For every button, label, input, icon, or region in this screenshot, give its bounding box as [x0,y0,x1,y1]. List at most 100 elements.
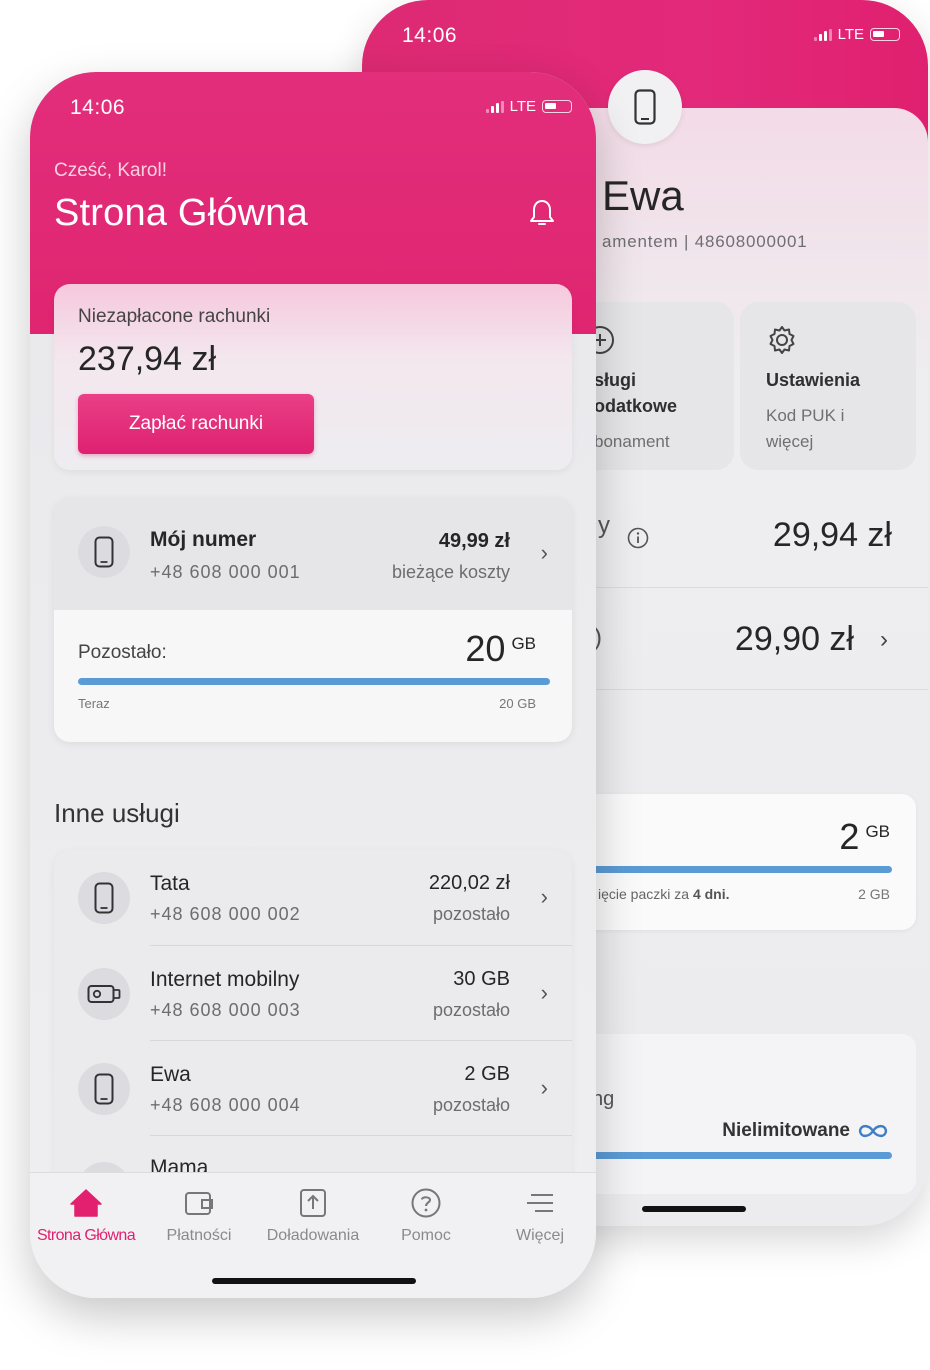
home-indicator [212,1278,416,1284]
my-number-cost: 49,99 zł [438,530,510,552]
unpaid-bills-amount: 237,94 zł [78,340,216,378]
my-number-cost-caption: bieżące koszty [391,562,510,582]
range-start-label: Teraz [78,696,110,711]
front-status-bar: LTE [485,98,572,115]
tab-label: Płatności [166,1227,232,1244]
unpaid-bills-card: Niezapłacone rachunki 237,94 zł Zapłać r… [54,284,572,470]
profile-avatar [608,70,682,144]
wallet-icon [185,1192,213,1215]
plan-row-amount: 29,90 zł [734,620,854,658]
help-icon [411,1188,441,1218]
service-value: 220,02 zł [428,872,510,894]
network-label: LTE [837,26,864,43]
back-home-indicator [642,1206,746,1212]
range-end-label: 20 GB [499,696,536,711]
my-number-title: Mój numer [150,528,257,551]
signal-icon [813,28,832,41]
pay-bills-button[interactable]: Zapłać rachunki [78,394,314,454]
gear-icon [769,326,795,354]
service-value: 2 GB [464,1063,510,1085]
my-number-phone: +48 608 000 001 [150,562,301,582]
other-services-title: Inne usługi [54,798,180,828]
service-avatar [78,872,130,924]
page-title: Strona Główna [54,192,308,234]
unpaid-bills-label: Niezapłacone rachunki [78,306,271,327]
chevron-right-icon: › [880,626,888,653]
service-number: +48 608 000 004 [150,1095,301,1115]
data-note: ięcie paczki za 4 dni. [598,886,730,902]
list-item-tata[interactable]: Tata +48 608 000 002 220,02 zł pozostało… [54,850,572,945]
tab-topups[interactable]: Doładowania [257,1183,369,1245]
data-unit: GB [865,822,890,841]
modem-icon [87,985,121,1003]
other-services-list: Tata +48 608 000 002 220,02 zł pozostało… [54,850,572,1210]
tile-settings-title: Ustawienia [766,370,861,390]
back-status-bar: LTE [813,26,900,43]
service-name: Ewa [150,1063,191,1086]
profile-name: Ewa [602,172,684,219]
remaining-value: 20 GB [465,628,536,669]
topup-icon [300,1189,326,1217]
data-progress-bar [78,678,550,685]
chevron-right-icon: › [540,980,548,1005]
my-number-row[interactable]: Mój numer +48 608 000 001 49,99 zł bieżą… [54,498,572,610]
tile-additional-subtitle: bonament [594,432,670,451]
phone-icon [94,536,114,568]
battery-icon [870,28,900,41]
infinity-icon [858,1124,888,1138]
remaining-label: Pozostało: [78,642,167,663]
service-avatar [78,1063,130,1115]
list-item-internet[interactable]: Internet mobilny +48 608 000 003 30 GB p… [54,946,572,1041]
service-caption: pozostało [432,1000,510,1020]
my-number-avatar [78,526,130,578]
tab-payments[interactable]: Płatności [143,1183,255,1245]
service-caption: pozostało [432,1095,510,1115]
battery-icon [542,100,572,113]
menu-icon [527,1194,553,1212]
service-name: Internet mobilny [150,968,300,991]
tile-settings-subtitle-1: Kod PUK i [766,406,845,425]
front-status-time: 14:06 [70,96,126,119]
service-number: +48 608 000 003 [150,1000,301,1020]
front-phone: 14:06 LTE Cześć, Karol! Strona Główna Ni… [30,72,596,1298]
tile-settings-subtitle-2: więcej [766,432,814,451]
service-value: 30 GB [453,968,510,990]
my-number-data-panel: Pozostało: 20 GB Teraz 20 GB [54,610,572,742]
chevron-right-icon: › [540,540,548,565]
cost-row-label: y [598,512,610,539]
tab-help[interactable]: Pomoc [370,1183,482,1245]
info-icon [627,527,649,549]
service-caption: pozostało [432,904,510,924]
cost-row-amount: 29,94 zł [772,516,892,554]
tab-more[interactable]: Więcej [484,1183,596,1245]
tab-label: Pomoc [401,1227,451,1244]
list-item-ewa[interactable]: Ewa +48 608 000 004 2 GB pozostało › [54,1041,572,1136]
tab-label: Doładowania [266,1227,360,1244]
tab-label: Więcej [515,1227,564,1244]
tab-label: Strona Główna [36,1227,136,1244]
remaining-unit: GB [511,634,536,653]
phone-icon [94,882,114,914]
phone-icon [94,1073,114,1105]
chevron-right-icon: › [540,1075,548,1100]
service-number: +48 608 000 002 [150,904,301,924]
tab-home[interactable]: Strona Główna [30,1183,142,1245]
bell-icon [530,200,554,225]
my-number-card[interactable]: Mój numer +48 608 000 001 49,99 zł bieżą… [54,498,572,742]
data-max-label: 2 GB [858,886,890,902]
tile-additional-title-2: odatkowe [594,396,678,416]
service-avatar [78,968,130,1020]
phone-icon [634,89,656,125]
chevron-right-icon: › [540,884,548,909]
home-icon [70,1189,102,1217]
back-status-time: 14:06 [402,24,458,47]
unlimited-value: Nielimitowane [722,1120,890,1142]
service-name: Tata [150,872,190,895]
network-label: LTE [509,98,536,115]
signal-icon [485,100,504,113]
data-amount: 2 GB [839,816,890,857]
notifications-button[interactable] [528,198,556,233]
profile-subtitle: amentem | 48608000001 [602,232,808,251]
tile-additional-title-1: sługi [594,370,637,390]
greeting: Cześć, Karol! [54,160,167,181]
